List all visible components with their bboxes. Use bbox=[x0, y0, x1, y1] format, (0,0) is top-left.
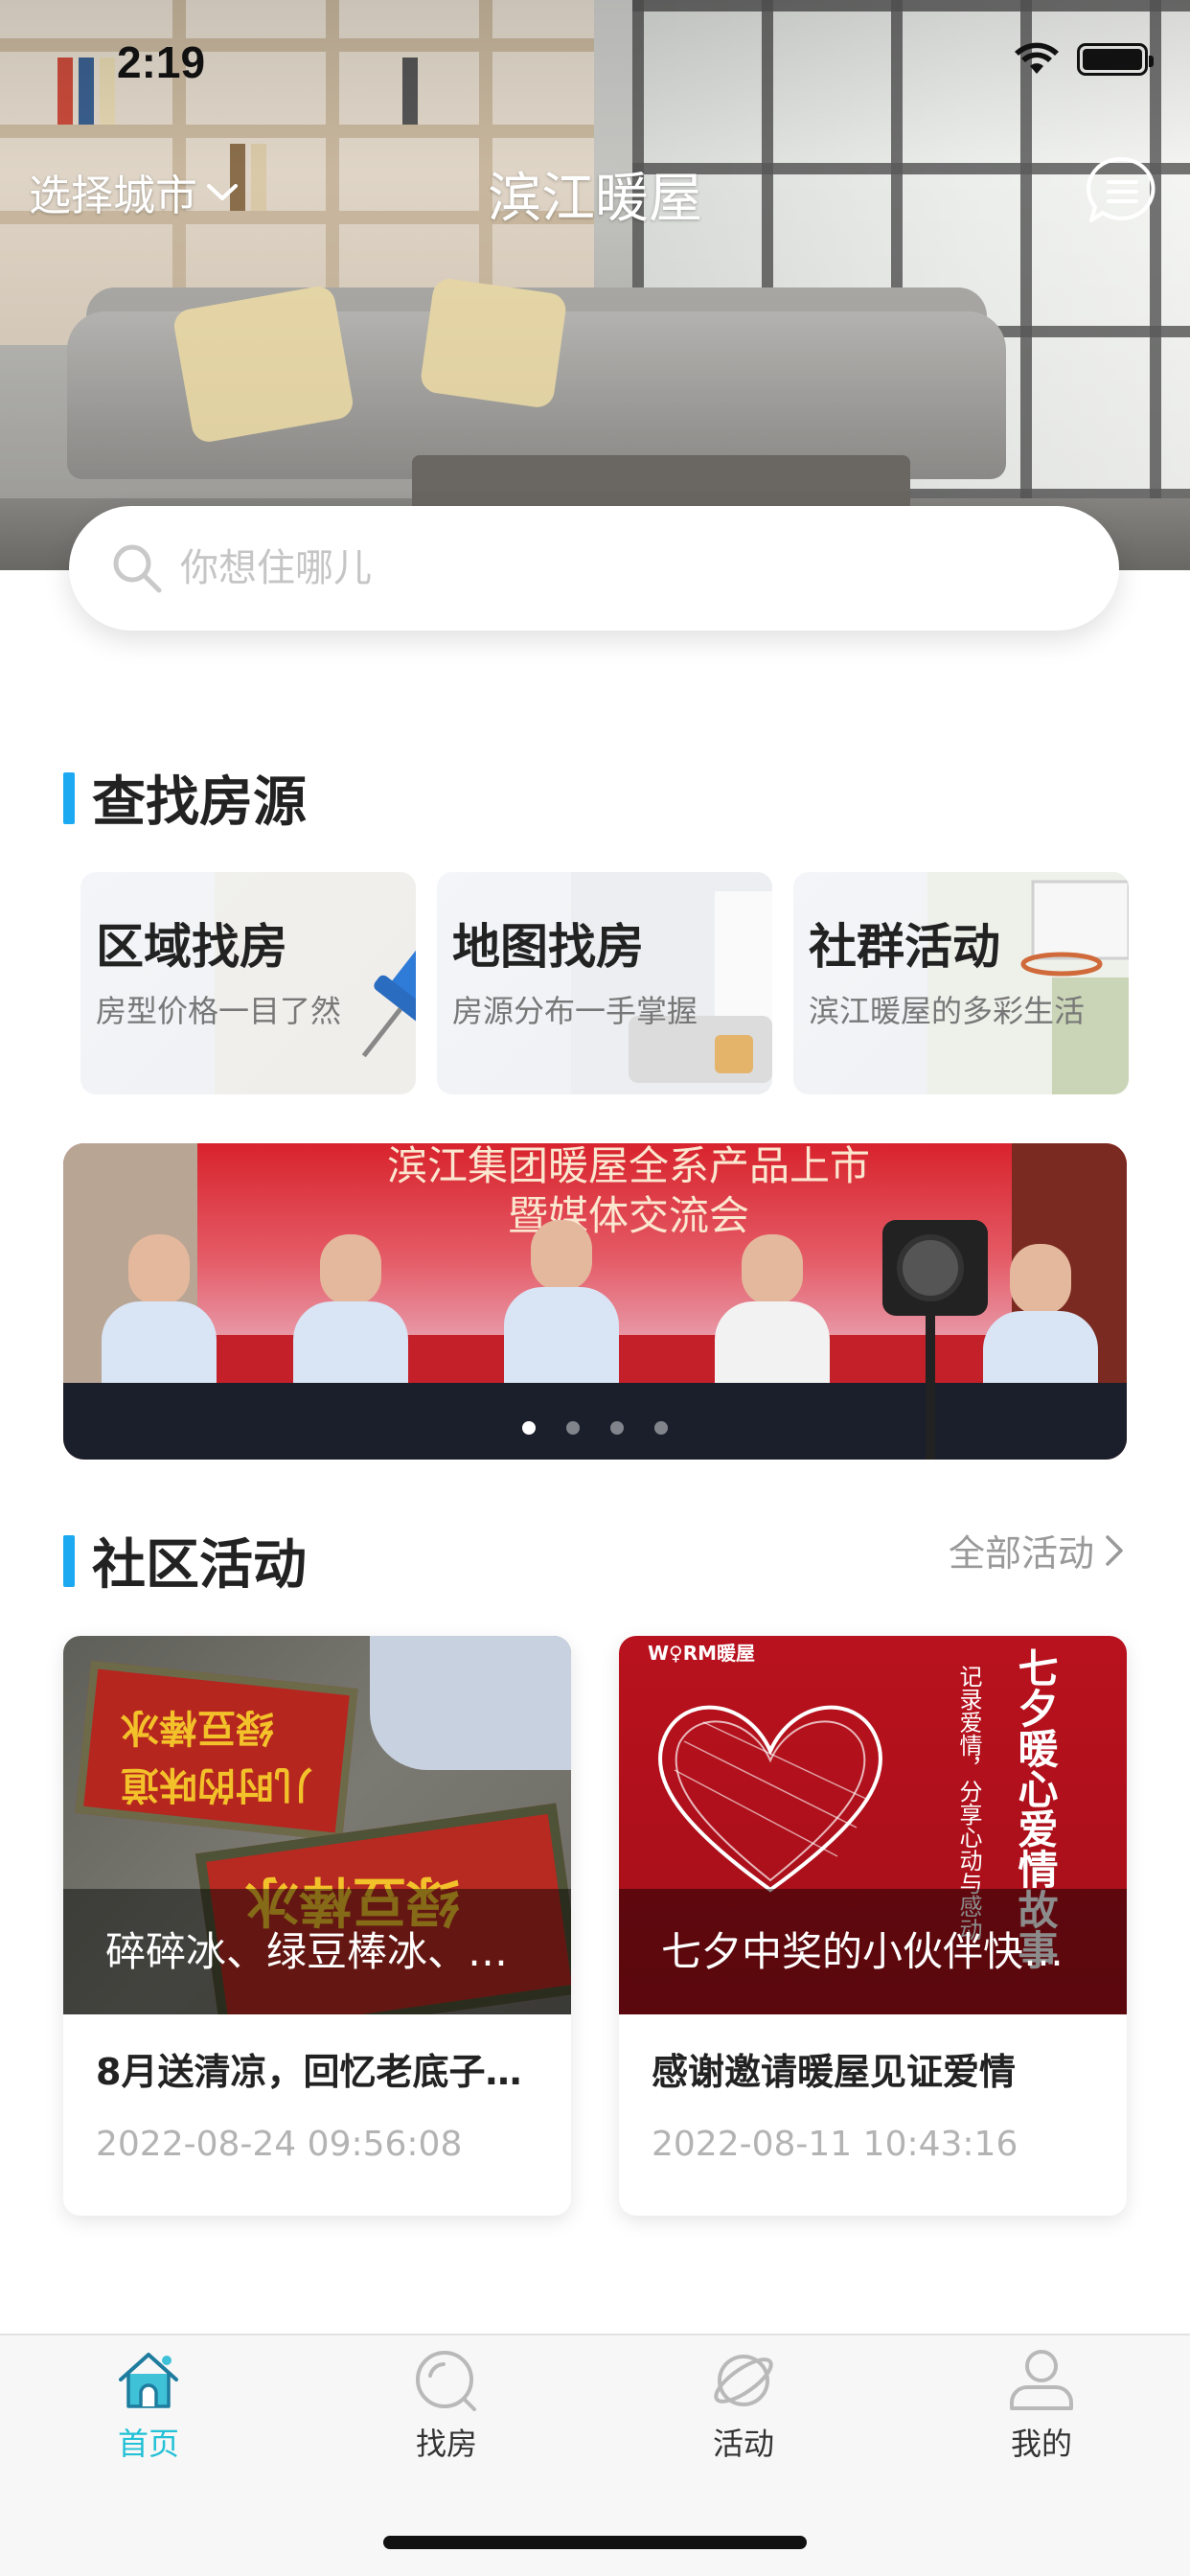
city-select-label: 选择城市 bbox=[29, 172, 197, 220]
carousel-dots bbox=[63, 1421, 1127, 1435]
tab-home[interactable]: 首页 bbox=[53, 2347, 244, 2464]
find-card-title: 区域找房 bbox=[96, 919, 287, 975]
promo-banner[interactable]: 滨江集团暖屋全系产品上市 暨媒体交流会 bbox=[63, 1143, 1127, 1460]
tab-label: 找房 bbox=[415, 2426, 477, 2462]
find-section-title: 查找房源 bbox=[92, 771, 307, 834]
activity-title: 感谢邀请暖屋见证爱情 bbox=[652, 2051, 1017, 2093]
chevron-down-icon bbox=[207, 184, 238, 200]
activity-card[interactable]: 绿豆棒冰 儿时的味道 绿豆棒冰 碎碎冰、绿豆棒冰、儿时的味道 8月送清凉，回忆老… bbox=[63, 1636, 571, 2216]
banner-tripod bbox=[926, 1306, 935, 1460]
find-card-area[interactable]: 区域找房 房型价格一目了然 bbox=[80, 872, 416, 1094]
banner-camera-lens bbox=[897, 1234, 964, 1301]
message-button[interactable] bbox=[1085, 153, 1159, 228]
find-section-header: 查找房源 bbox=[63, 759, 307, 837]
carousel-dot[interactable] bbox=[654, 1421, 668, 1435]
all-activities-link[interactable]: 全部活动 bbox=[949, 1524, 1125, 1576]
banner-person bbox=[293, 1234, 408, 1397]
wifi-icon bbox=[1015, 42, 1059, 74]
home-icon bbox=[119, 2353, 178, 2408]
find-card-subtitle: 房源分布一手掌握 bbox=[452, 993, 698, 1029]
chevron-right-icon bbox=[1106, 1534, 1123, 1566]
tab-label: 我的 bbox=[1010, 2426, 1072, 2462]
banner-person bbox=[715, 1234, 830, 1397]
heart-icon bbox=[658, 1705, 882, 1893]
tab-profile[interactable]: 我的 bbox=[946, 2347, 1137, 2464]
carousel-dot[interactable] bbox=[566, 1421, 580, 1435]
banner-person bbox=[504, 1220, 619, 1383]
search-icon bbox=[416, 2351, 476, 2411]
search-icon bbox=[113, 544, 162, 593]
message-icon bbox=[1087, 156, 1156, 222]
section-accent-bar bbox=[63, 771, 75, 824]
basketball-hoop-icon bbox=[927, 872, 1129, 1094]
status-time: 2:19 bbox=[117, 37, 206, 87]
find-card-community[interactable]: 社群活动 滨江暖屋的多彩生活 bbox=[793, 872, 1129, 1094]
all-activities-label: 全部活动 bbox=[948, 1532, 1094, 1575]
banner-person bbox=[102, 1234, 217, 1397]
section-accent-bar bbox=[63, 1534, 75, 1587]
battery-icon bbox=[1077, 43, 1154, 76]
pushpin-icon bbox=[215, 872, 416, 1094]
activity-title: 8月送清凉，回忆老底子的味道 bbox=[96, 2051, 546, 2093]
photo-brand: W♀RM暖屋 bbox=[648, 1642, 756, 1665]
activity-overlay-caption: 碎碎冰、绿豆棒冰、儿时的味道 bbox=[63, 1889, 571, 2014]
tab-find-house[interactable]: 找房 bbox=[351, 2347, 542, 2464]
tab-activities[interactable]: 活动 bbox=[648, 2347, 839, 2464]
tab-label: 首页 bbox=[117, 2426, 179, 2462]
user-icon bbox=[1010, 2350, 1073, 2410]
photo-label: 绿豆棒冰 bbox=[121, 1705, 274, 1749]
activity-date: 2022-08-24 09:56:08 bbox=[96, 2125, 463, 2164]
photo-hand bbox=[370, 1636, 571, 1770]
room-photo-icon bbox=[571, 872, 772, 1094]
activity-card[interactable]: W♀RM暖屋 七夕暖心爱情故事 记录爱情，分享心动与感动 七夕中奖的小伙伴快来领… bbox=[619, 1636, 1127, 2216]
photo-label: 儿时的味道 bbox=[121, 1762, 312, 1806]
find-card-subtitle: 房型价格一目了然 bbox=[96, 993, 342, 1029]
planet-icon bbox=[714, 2355, 773, 2406]
activity-overlay-caption: 七夕中奖的小伙伴快来领奖 bbox=[619, 1889, 1127, 2014]
find-card-title: 社群活动 bbox=[809, 919, 1000, 975]
find-card-title: 地图找房 bbox=[452, 919, 644, 975]
community-section-header: 社区活动 bbox=[63, 1522, 307, 1599]
status-icons bbox=[1014, 42, 1154, 77]
activity-date: 2022-08-11 10:43:16 bbox=[652, 2125, 1018, 2164]
carousel-dot[interactable] bbox=[522, 1421, 536, 1435]
tab-label: 活动 bbox=[712, 2426, 774, 2462]
city-select[interactable]: 选择城市 bbox=[29, 161, 240, 222]
find-cards: 区域找房 房型价格一目了然 地图找房 房源分布一手掌握 社群活动 滨江暖屋的多彩… bbox=[80, 872, 1129, 1094]
search-input[interactable] bbox=[180, 546, 1042, 590]
community-section-title: 社区活动 bbox=[92, 1534, 307, 1597]
carousel-dot[interactable] bbox=[610, 1421, 624, 1435]
home-indicator bbox=[383, 2536, 807, 2549]
find-card-map[interactable]: 地图找房 房源分布一手掌握 bbox=[437, 872, 772, 1094]
search-bar[interactable] bbox=[69, 506, 1119, 631]
find-card-subtitle: 滨江暖屋的多彩生活 bbox=[809, 993, 1086, 1029]
